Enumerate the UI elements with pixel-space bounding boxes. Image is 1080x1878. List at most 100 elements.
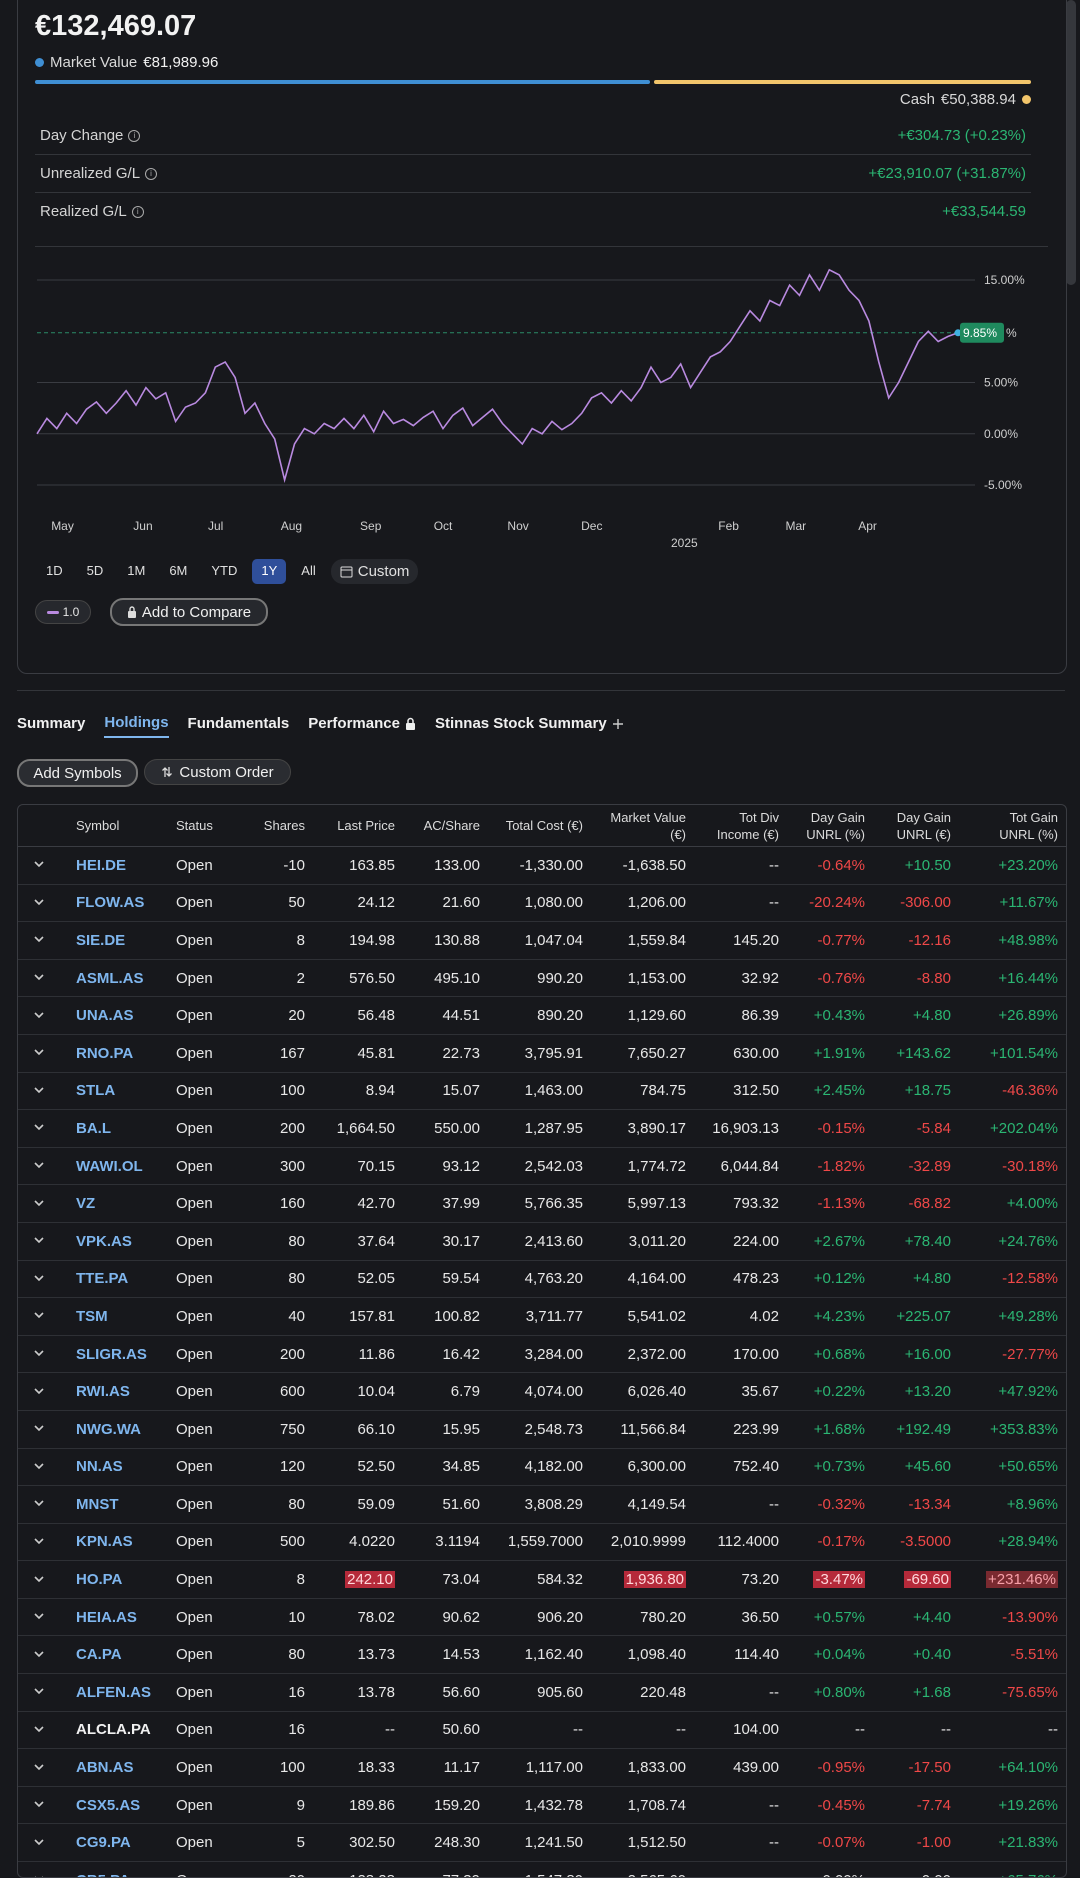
custom-range-button[interactable]: Custom [331, 559, 419, 584]
range-1m-button[interactable]: 1M [118, 559, 154, 584]
tab-holdings[interactable]: Holdings [104, 714, 168, 738]
expand-row-icon[interactable] [18, 1034, 60, 1072]
add-to-compare-button[interactable]: Add to Compare [110, 598, 268, 626]
table-row[interactable]: SIE.DEOpen8194.98130.881,047.041,559.841… [18, 922, 1066, 960]
info-icon[interactable]: i [145, 168, 157, 180]
line-width-pill[interactable]: 1.0 [35, 600, 91, 624]
table-row[interactable]: SLIGR.ASOpen20011.8616.423,284.002,372.0… [18, 1335, 1066, 1373]
table-row[interactable]: CA.PAOpen8013.7314.531,162.401,098.40114… [18, 1636, 1066, 1674]
table-row[interactable]: VZOpen16042.7037.995,766.355,997.13793.3… [18, 1185, 1066, 1223]
symbol-link[interactable]: ALFEN.AS [76, 1684, 151, 1701]
symbol-link[interactable]: ALCLA.PA [76, 1721, 151, 1738]
table-row[interactable]: NN.ASOpen12052.5034.854,182.006,300.0075… [18, 1448, 1066, 1486]
tab-fundamentals[interactable]: Fundamentals [188, 714, 290, 738]
symbol-link[interactable]: NWG.WA [76, 1421, 141, 1438]
header-market-value[interactable]: Market Value(€) [591, 805, 694, 847]
symbol-link[interactable]: HEI.DE [76, 857, 126, 874]
header-day-gain-pct[interactable]: Day GainUNRL (%) [787, 805, 873, 847]
symbol-link[interactable]: MNST [76, 1496, 119, 1513]
symbol-link[interactable]: VZ [76, 1195, 95, 1212]
expand-row-icon[interactable] [18, 1410, 60, 1448]
range-1d-button[interactable]: 1D [37, 559, 72, 584]
expand-row-icon[interactable] [18, 959, 60, 997]
table-row[interactable]: CSX5.ASOpen9189.86159.201,432.781,708.74… [18, 1786, 1066, 1824]
range-5d-button[interactable]: 5D [78, 559, 113, 584]
table-row[interactable]: HEIA.ASOpen1078.0290.62906.20780.2036.50… [18, 1598, 1066, 1636]
symbol-link[interactable]: CG9.PA [76, 1834, 131, 1851]
symbol-link[interactable]: HEIA.AS [76, 1609, 137, 1626]
symbol-link[interactable]: RWI.AS [76, 1383, 130, 1400]
header-shares[interactable]: Shares [243, 805, 313, 847]
expand-row-icon[interactable] [18, 1147, 60, 1185]
symbol-link[interactable]: FLOW.AS [76, 894, 144, 911]
header-last-price[interactable]: Last Price [313, 805, 403, 847]
expand-row-icon[interactable] [18, 922, 60, 960]
symbol-link[interactable]: NN.AS [76, 1458, 123, 1475]
header-day-gain-eur[interactable]: Day GainUNRL (€) [873, 805, 959, 847]
range-6m-button[interactable]: 6M [160, 559, 196, 584]
table-row[interactable]: HEI.DEOpen-10163.85133.00-1,330.00-1,638… [18, 847, 1066, 885]
table-row[interactable]: MNSTOpen8059.0951.603,808.294,149.54---0… [18, 1486, 1066, 1524]
add-symbols-button[interactable]: Add Symbols [17, 759, 138, 787]
table-row[interactable]: RNO.PAOpen16745.8122.733,795.917,650.276… [18, 1034, 1066, 1072]
expand-row-icon[interactable] [18, 1222, 60, 1260]
table-row[interactable]: FLOW.ASOpen5024.1221.601,080.001,206.00-… [18, 884, 1066, 922]
table-row[interactable]: WAWI.OLOpen30070.1593.122,542.031,774.72… [18, 1147, 1066, 1185]
expand-row-icon[interactable] [18, 1110, 60, 1148]
table-row[interactable]: KPN.ASOpen5004.02203.11941,559.70002,010… [18, 1523, 1066, 1561]
expand-row-icon[interactable] [18, 1749, 60, 1787]
header-status[interactable]: Status [175, 805, 243, 847]
expand-row-icon[interactable] [18, 1824, 60, 1862]
header-tot-gain[interactable]: Tot GainUNRL (%) [959, 805, 1066, 847]
symbol-link[interactable]: TTE.PA [76, 1270, 128, 1287]
expand-row-icon[interactable] [18, 1486, 60, 1524]
symbol-link[interactable]: WAWI.OL [76, 1158, 143, 1175]
symbol-link[interactable]: ASML.AS [76, 970, 144, 987]
expand-row-icon[interactable] [18, 847, 60, 885]
table-row[interactable]: BA.LOpen2001,664.50550.001,287.953,890.1… [18, 1110, 1066, 1148]
custom-order-button[interactable]: Custom Order [144, 759, 291, 785]
expand-row-icon[interactable] [18, 997, 60, 1035]
symbol-link[interactable]: SIE.DE [76, 932, 125, 949]
table-row[interactable]: TTE.PAOpen8052.0559.544,763.204,164.0047… [18, 1260, 1066, 1298]
symbol-link[interactable]: STLA [76, 1082, 115, 1099]
expand-row-icon[interactable] [18, 1523, 60, 1561]
range-1y-button[interactable]: 1Y [252, 559, 286, 584]
expand-row-icon[interactable] [18, 1335, 60, 1373]
scrollbar[interactable] [1066, 0, 1076, 285]
symbol-link[interactable]: SLIGR.AS [76, 1346, 147, 1363]
expand-row-icon[interactable] [18, 884, 60, 922]
expand-row-icon[interactable] [18, 1185, 60, 1223]
expand-row-icon[interactable] [18, 1072, 60, 1110]
table-row[interactable]: ALCLA.PAOpen16--50.60----104.00------ [18, 1711, 1066, 1749]
symbol-link[interactable]: HO.PA [76, 1571, 122, 1588]
symbol-link[interactable]: RNO.PA [76, 1045, 133, 1062]
tab-stinnas-stock-summary[interactable]: Stinnas Stock Summary [435, 714, 624, 738]
range-all-button[interactable]: All [292, 559, 324, 584]
expand-row-icon[interactable] [18, 1448, 60, 1486]
expand-row-icon[interactable] [18, 1373, 60, 1411]
header-tot-div[interactable]: Tot DivIncome (€) [694, 805, 787, 847]
expand-row-icon[interactable] [18, 1786, 60, 1824]
symbol-link[interactable]: ABN.AS [76, 1759, 134, 1776]
table-row[interactable]: RWI.ASOpen60010.046.794,074.006,026.4035… [18, 1373, 1066, 1411]
header-symbol[interactable]: Symbol [60, 805, 175, 847]
info-icon[interactable]: i [132, 206, 144, 218]
performance-chart[interactable]: 15.00%5.00%0.00%-5.00%9.85%%MayJunJulAug… [0, 250, 1080, 560]
table-row[interactable]: ALFEN.ASOpen1613.7856.60905.60220.48--+0… [18, 1674, 1066, 1712]
table-row[interactable]: ASML.ASOpen2576.50495.10990.201,153.0032… [18, 959, 1066, 997]
range-ytd-button[interactable]: YTD [202, 559, 246, 584]
symbol-link[interactable]: CB5.PA [76, 1872, 130, 1878]
symbol-link[interactable]: KPN.AS [76, 1533, 133, 1550]
tab-performance[interactable]: Performance [308, 714, 416, 738]
expand-row-icon[interactable] [18, 1260, 60, 1298]
symbol-link[interactable]: CA.PA [76, 1646, 122, 1663]
table-row[interactable]: CG9.PAOpen5302.50248.301,241.501,512.50-… [18, 1824, 1066, 1862]
table-row[interactable]: VPK.ASOpen8037.6430.172,413.603,011.2022… [18, 1222, 1066, 1260]
table-row[interactable]: HO.PAOpen8242.1073.04584.321,936.8073.20… [18, 1561, 1066, 1599]
table-row[interactable]: NWG.WAOpen75066.1015.952,548.7311,566.84… [18, 1410, 1066, 1448]
header-ac-share[interactable]: AC/Share [403, 805, 488, 847]
table-row[interactable]: STLAOpen1008.9415.071,463.00784.75312.50… [18, 1072, 1066, 1110]
symbol-link[interactable]: CSX5.AS [76, 1797, 140, 1814]
symbol-link[interactable]: UNA.AS [76, 1007, 134, 1024]
